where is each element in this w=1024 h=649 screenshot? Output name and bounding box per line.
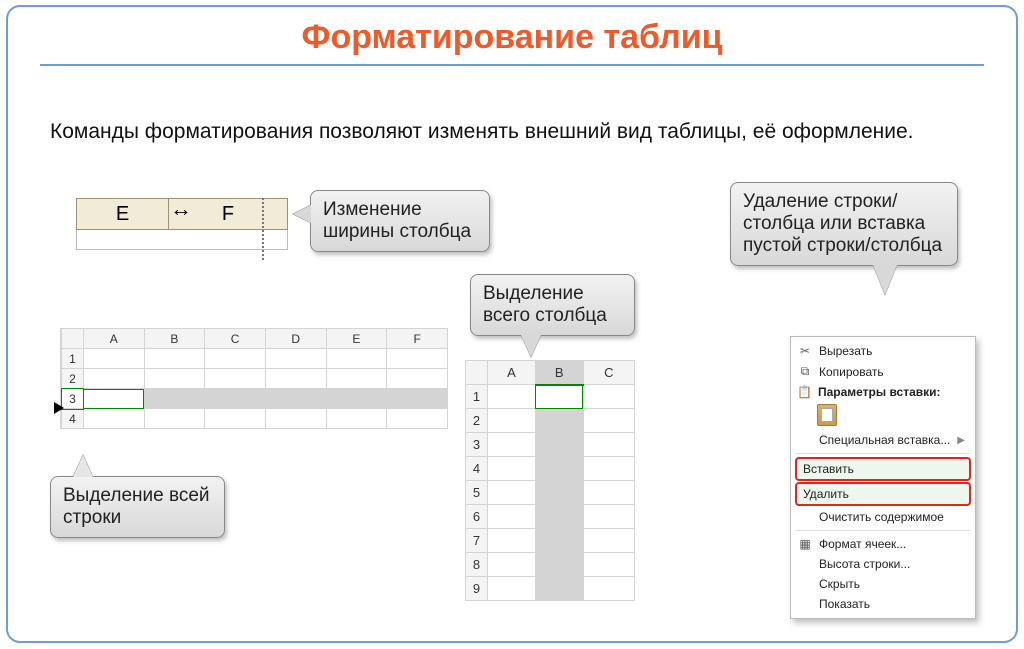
- ctx-copy-label: Копировать: [819, 365, 884, 379]
- ctx-format-label: Формат ячеек...: [819, 537, 906, 551]
- paste-option-icon[interactable]: [817, 404, 837, 426]
- grid2-col-B-selected: B: [535, 361, 583, 385]
- ctx-delete[interactable]: Удалить: [795, 482, 971, 506]
- grid2-row-1: 1: [466, 385, 488, 409]
- grid2-row-6: 6: [466, 505, 488, 529]
- grid-row-select: A B C D E F 1 2 3 4: [60, 328, 448, 429]
- grid2-row-9: 9: [466, 577, 488, 601]
- ctx-insert-label: Вставить: [803, 462, 854, 476]
- clipboard-icon: 📋: [797, 385, 812, 399]
- resize-guide-line: [262, 198, 264, 260]
- grid1-col-B: B: [144, 329, 205, 349]
- slide-title: Форматирование таблиц: [0, 18, 1024, 57]
- submenu-arrow-icon: ▶: [957, 435, 965, 446]
- grid1-row-4: 4: [62, 409, 84, 429]
- grid1-row-1: 1: [62, 349, 84, 369]
- ctx-show[interactable]: Показать: [791, 594, 975, 614]
- context-menu: ✂ Вырезать ⧉ Копировать 📋 Параметры вста…: [790, 336, 976, 619]
- ctx-paste-special[interactable]: Специальная вставка... ▶: [791, 430, 975, 450]
- column-header-F: F: [169, 199, 287, 229]
- grid1-row-3-selected: 3: [62, 389, 84, 409]
- format-icon: ▦: [797, 537, 813, 551]
- ctx-separator: [795, 453, 971, 454]
- ctx-format-cells[interactable]: ▦ Формат ячеек...: [791, 534, 975, 554]
- ctx-hide-label: Скрыть: [819, 577, 860, 591]
- grid1-col-E: E: [326, 329, 387, 349]
- grid1-corner: [62, 329, 84, 349]
- ctx-show-label: Показать: [819, 597, 870, 611]
- grid1-col-F: F: [387, 329, 448, 349]
- callout-select-column: Выделение всего столбца: [470, 274, 635, 336]
- title-underline: [40, 64, 984, 66]
- grid2-row-3: 3: [466, 433, 488, 457]
- ctx-hide[interactable]: Скрыть: [791, 574, 975, 594]
- grid2-corner: [466, 361, 488, 385]
- grid2-row-4: 4: [466, 457, 488, 481]
- callout-column-width: Изменение ширины столбца: [310, 190, 490, 252]
- column-width-underrow: [76, 230, 288, 250]
- copy-icon: ⧉: [797, 364, 813, 379]
- ctx-separator: [795, 530, 971, 531]
- ctx-clear[interactable]: Очистить содержимое: [791, 507, 975, 527]
- intro-paragraph: Команды форматирования позволяют изменят…: [50, 118, 964, 145]
- grid2-col-A: A: [488, 361, 536, 385]
- grid2-row-8: 8: [466, 553, 488, 577]
- callout-select-row: Выделение всей строки: [50, 476, 225, 538]
- ctx-cut-label: Вырезать: [819, 344, 872, 358]
- ctx-clear-label: Очистить содержимое: [819, 510, 944, 524]
- row-select-arrow-icon: [54, 402, 64, 414]
- grid2-row-2: 2: [466, 409, 488, 433]
- ctx-insert[interactable]: Вставить: [795, 457, 971, 481]
- grid2-col-C: C: [583, 361, 634, 385]
- ctx-row-height-label: Высота строки...: [819, 557, 910, 571]
- ctx-row-height[interactable]: Высота строки...: [791, 554, 975, 574]
- grid1-col-C: C: [205, 329, 266, 349]
- column-width-illustration: E F: [76, 198, 288, 230]
- grid1-col-A: A: [83, 329, 144, 349]
- scissors-icon: ✂: [797, 344, 813, 358]
- ctx-cut[interactable]: ✂ Вырезать: [791, 341, 975, 361]
- ctx-copy[interactable]: ⧉ Копировать: [791, 361, 975, 382]
- grid1-col-D: D: [265, 329, 326, 349]
- ctx-paste-options-header: 📋 Параметры вставки:: [791, 382, 975, 402]
- grid-column-select: A B C 1 2 3 4 5 6 7 8 9: [465, 360, 635, 601]
- grid1-row-2: 2: [62, 369, 84, 389]
- callout-delete-insert: Удаление строки/столбца или вставка пуст…: [730, 182, 958, 266]
- grid2-row-5: 5: [466, 481, 488, 505]
- ctx-delete-label: Удалить: [803, 487, 849, 501]
- column-header-E: E: [77, 199, 169, 229]
- grid2-row-7: 7: [466, 529, 488, 553]
- ctx-paste-special-label: Специальная вставка...: [819, 433, 950, 447]
